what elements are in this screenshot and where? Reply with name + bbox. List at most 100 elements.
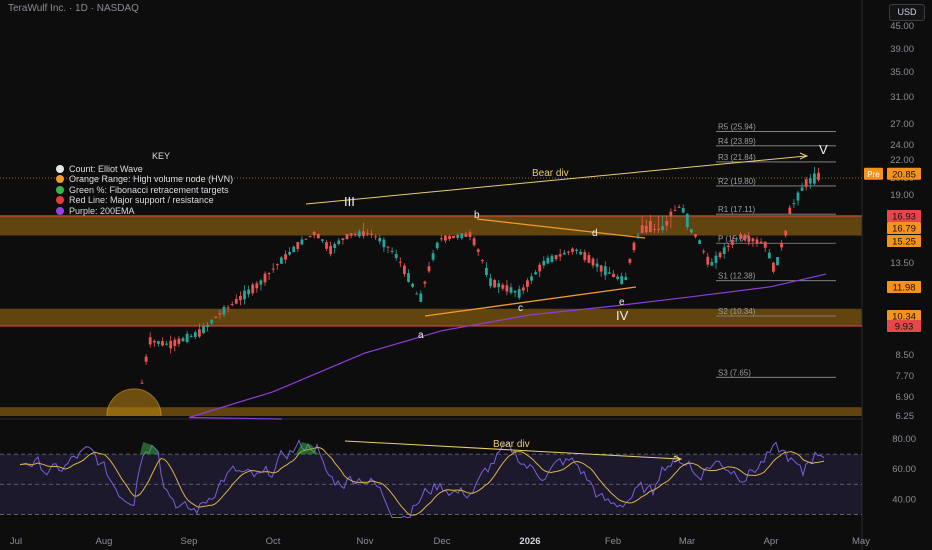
pivot-label: R4 (23.89)	[718, 137, 756, 146]
candle-body	[767, 252, 771, 259]
candle-body	[546, 257, 550, 264]
currency-button[interactable]: USD	[889, 4, 925, 21]
candle-body	[513, 290, 517, 293]
pivot-label: R3 (21.84)	[718, 153, 756, 162]
price-label-text: 11.98	[892, 283, 915, 294]
candle-body	[808, 178, 812, 184]
price-label-text: 15.25	[892, 237, 916, 248]
pivot-label: R2 (19.80)	[718, 177, 756, 186]
candle-body	[423, 281, 427, 284]
candle-body	[337, 240, 341, 244]
candle-body	[583, 252, 587, 261]
time-tick: Oct	[266, 536, 281, 547]
candle-body	[497, 283, 501, 288]
time-axis[interactable]: Jul Aug Sep Oct Nov Dec 2026 Feb Mar Apr May	[10, 536, 870, 547]
candle-body	[526, 280, 529, 287]
candle-body	[222, 306, 226, 315]
candle-body	[505, 285, 509, 292]
price-tick: 45.00	[890, 21, 914, 32]
candle-body	[759, 241, 763, 244]
time-tick: Sep	[181, 536, 198, 547]
candle-body	[550, 255, 554, 262]
wave-label: V	[819, 142, 828, 157]
candle-body	[173, 339, 177, 347]
candle-body	[608, 272, 611, 274]
candle-body	[280, 257, 283, 264]
candle-body	[152, 340, 156, 343]
wave-label: e	[619, 297, 625, 308]
hvn-circle	[106, 388, 162, 417]
legend-item: Count: Elliot Wave	[56, 164, 266, 175]
candle-body	[817, 172, 820, 180]
candle-body	[599, 265, 603, 272]
price-label-text: 20.85	[892, 169, 916, 180]
legend-item: Orange Range: High volume node (HVN)	[56, 174, 266, 185]
candle-body	[534, 272, 537, 275]
candle-body	[661, 226, 665, 231]
price-tick: 27.00	[890, 119, 914, 130]
price-chart[interactable]: R5 (25.94) R4 (23.89) R3 (21.84) R2 (19.80)…	[0, 0, 932, 550]
candle-body	[308, 236, 312, 238]
candle-body	[157, 341, 160, 344]
chart-title: TeraWulf Inc. · 1D · NASDAQ	[8, 3, 139, 14]
candle-body	[169, 340, 173, 349]
candle-body	[304, 238, 308, 240]
candle-body	[382, 239, 386, 248]
candle-body	[792, 203, 796, 205]
candle-body	[616, 276, 619, 279]
hvn-zone	[0, 215, 862, 236]
price-tick: 39.00	[890, 44, 914, 55]
candle-body	[144, 356, 148, 362]
candle-body	[431, 253, 435, 260]
time-tick: Dec	[434, 536, 451, 547]
price-axis[interactable]: 45.0039.0035.0031.0027.0024.0022.0020.50…	[864, 21, 921, 505]
candle-body	[747, 235, 751, 242]
candle-body	[177, 338, 181, 344]
candle-body	[185, 333, 189, 343]
candle-body	[349, 233, 353, 236]
candle-body	[234, 298, 238, 304]
price-tick: 7.70	[896, 371, 915, 382]
price-tick: 13.50	[890, 258, 914, 269]
candle-body	[345, 234, 349, 240]
candle-body	[464, 233, 468, 237]
candle-body	[509, 287, 513, 293]
time-tick: Feb	[605, 536, 621, 547]
candle-body	[398, 261, 402, 263]
candle-body	[628, 258, 632, 263]
candle-body	[460, 233, 464, 239]
candle-body	[366, 233, 369, 235]
candle-body	[452, 235, 455, 238]
candle-body	[239, 296, 242, 301]
candle-body	[653, 228, 656, 231]
candle-body	[735, 238, 738, 240]
candle-body	[493, 280, 496, 288]
candle-body	[193, 332, 197, 337]
candle-body	[710, 261, 714, 266]
candle-body	[669, 211, 673, 216]
price-tick: 19.00	[890, 190, 914, 201]
candle-body	[181, 338, 185, 342]
candle-body	[517, 289, 521, 298]
candle-body	[677, 206, 681, 208]
candle-body	[694, 234, 697, 237]
candle-body	[776, 257, 779, 266]
candle-body	[624, 276, 628, 281]
candle-body	[321, 239, 324, 241]
candle-body	[271, 268, 275, 270]
pivot-label: P (15.07)	[718, 234, 751, 243]
candle-body	[292, 246, 296, 253]
candle-body	[267, 272, 271, 275]
candle-body	[378, 237, 382, 242]
candle-body	[161, 341, 164, 346]
candle-body	[394, 254, 398, 259]
candle-body	[571, 248, 574, 252]
candle-body	[427, 266, 431, 272]
wave-label: b	[474, 210, 480, 221]
candle-body	[702, 251, 706, 253]
candle-body	[542, 261, 546, 266]
rsi-pane: Bear div	[0, 439, 862, 518]
candle-body	[202, 326, 205, 334]
candle-body	[587, 255, 591, 263]
candle-body	[743, 235, 747, 241]
